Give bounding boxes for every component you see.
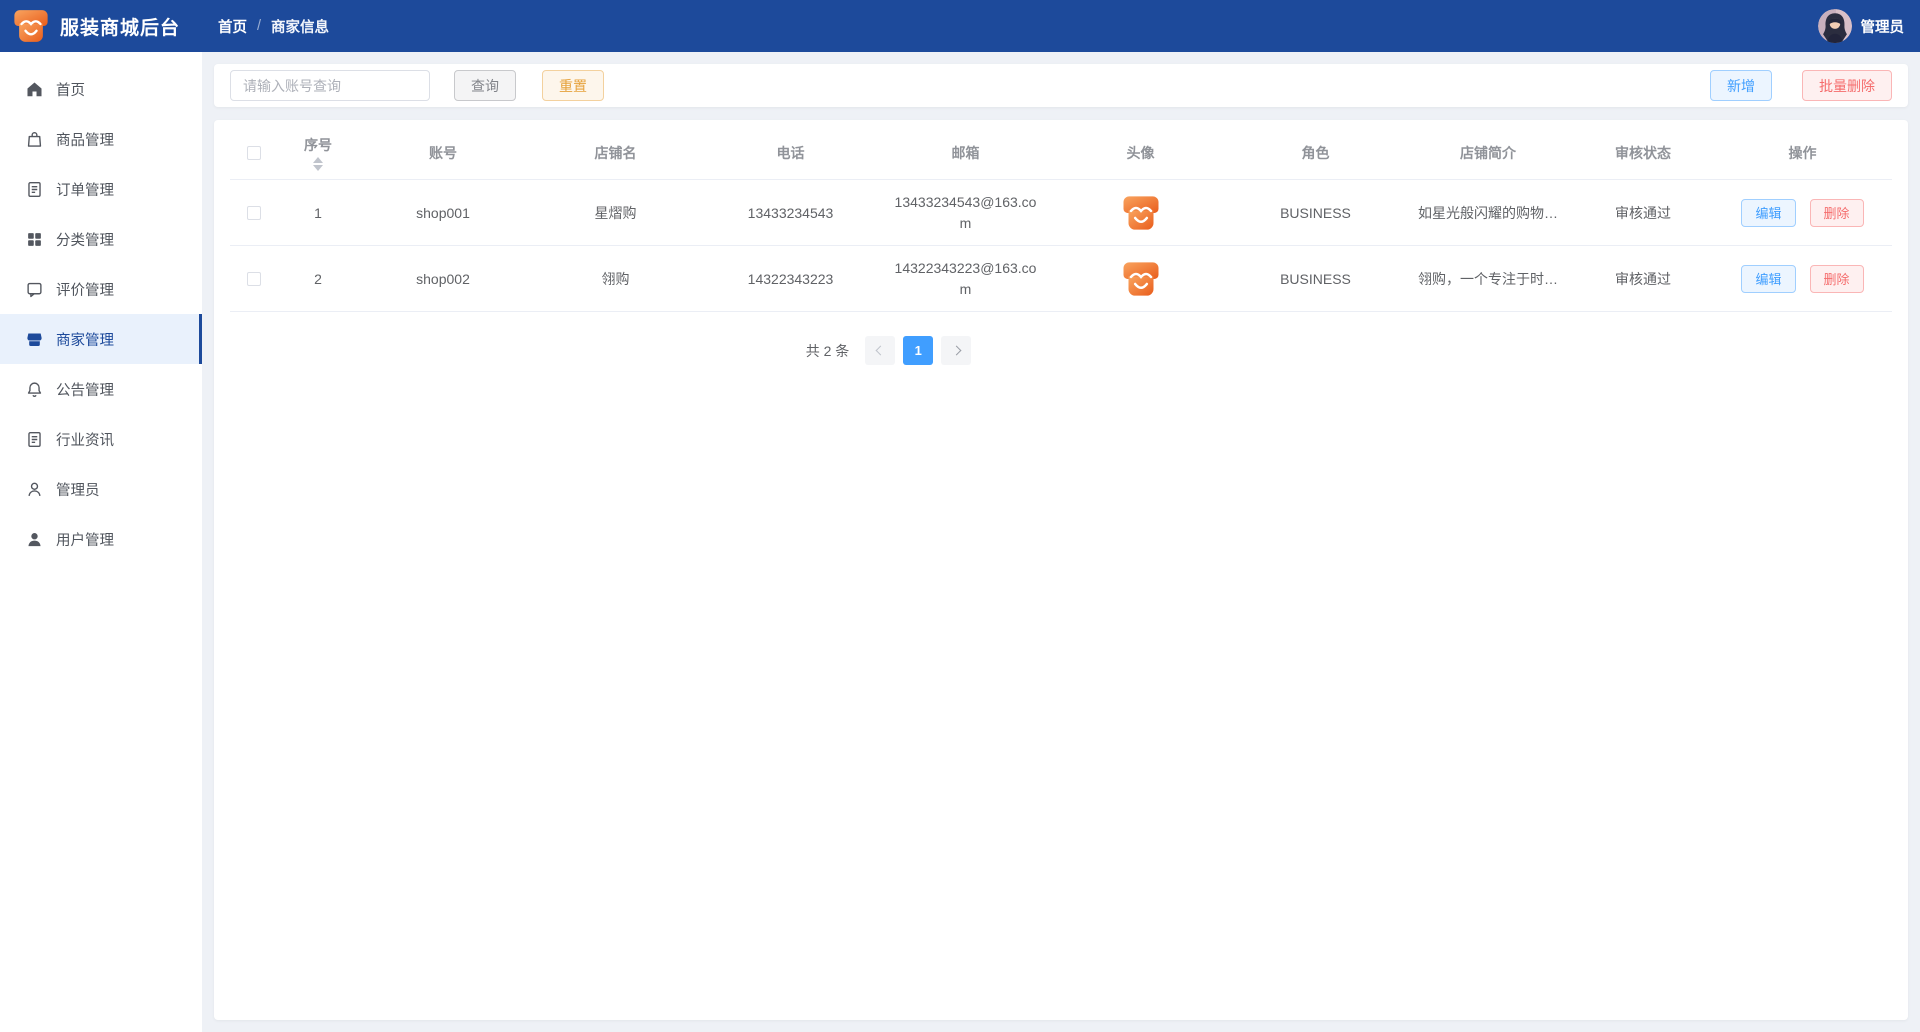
cell-account: shop002	[358, 267, 528, 291]
column-header-avatar: 头像	[1053, 139, 1228, 167]
row-checkbox[interactable]	[247, 206, 261, 220]
sort-caret-icon[interactable]	[313, 157, 323, 171]
news-doc-icon	[26, 431, 43, 448]
main-content: 查询 重置 新增 批量删除 序号 账号 店铺名 电话 邮箱 头像 角色 店铺简介…	[202, 52, 1920, 1032]
sidebar-item-label: 管理员	[56, 479, 100, 500]
app-title: 服装商城后台	[60, 13, 180, 40]
sidebar-item-label: 订单管理	[56, 179, 114, 200]
cell-intro: 如星光般闪耀的购物…	[1403, 199, 1573, 227]
edit-button[interactable]: 编辑	[1741, 265, 1795, 293]
admin-label: 管理员	[1861, 16, 1905, 37]
column-header-index[interactable]: 序号	[278, 131, 358, 175]
cell-status: 审核通过	[1573, 199, 1713, 227]
pagination-total: 共 2 条	[806, 341, 850, 361]
sidebar-item-label: 用户管理	[56, 529, 114, 550]
cell-phone: 14322343223	[703, 267, 878, 291]
person-icon	[26, 481, 43, 498]
cell-email: 14322343223@163.com	[878, 254, 1053, 304]
edit-button[interactable]: 编辑	[1741, 199, 1795, 227]
breadcrumb-separator: /	[257, 18, 261, 34]
home-icon	[26, 81, 43, 98]
cell-role: BUSINESS	[1228, 267, 1403, 291]
merchant-table: 序号 账号 店铺名 电话 邮箱 头像 角色 店铺简介 审核状态 操作 1shop…	[214, 120, 1908, 1020]
column-header-email: 邮箱	[878, 139, 1053, 167]
table-body: 1shop001星熠购1343323454313433234543@163.co…	[230, 180, 1892, 312]
top-header: 服装商城后台 首页 / 商家信息 管理员	[0, 0, 1920, 52]
add-button[interactable]: 新增	[1710, 70, 1772, 101]
shop-icon	[26, 331, 43, 348]
bell-icon	[26, 381, 43, 398]
column-header-account: 账号	[358, 139, 528, 167]
sidebar-item-orders[interactable]: 订单管理	[0, 164, 202, 214]
batch-delete-button[interactable]: 批量删除	[1802, 70, 1892, 101]
select-all-checkbox[interactable]	[247, 146, 261, 160]
table-row: 2shop002翎购1432234322314322343223@163.com…	[230, 246, 1892, 312]
chevron-right-icon	[951, 346, 961, 356]
shopping-bag-icon	[26, 131, 43, 148]
shop-avatar-icon	[1121, 259, 1161, 299]
prev-page-button[interactable]	[865, 336, 895, 365]
cell-shop-name: 翎购	[528, 265, 703, 293]
cell-email: 13433234543@163.com	[878, 188, 1053, 238]
order-doc-icon	[26, 181, 43, 198]
column-header-role: 角色	[1228, 139, 1403, 167]
cell-index: 1	[278, 201, 358, 225]
cell-account: shop001	[358, 201, 528, 225]
sidebar-item-label: 商家管理	[56, 329, 114, 350]
sidebar-item-users[interactable]: 用户管理	[0, 514, 202, 564]
grid-icon	[26, 231, 43, 248]
column-header-intro: 店铺简介	[1403, 139, 1573, 167]
page-1-button[interactable]: 1	[903, 336, 933, 365]
sidebar-item-label: 分类管理	[56, 229, 114, 250]
sidebar-item-home[interactable]: 首页	[0, 64, 202, 114]
sidebar-item-label: 首页	[56, 79, 85, 100]
delete-button[interactable]: 删除	[1810, 199, 1864, 227]
user-filled-icon	[26, 531, 43, 548]
shop-avatar-icon	[1121, 193, 1161, 233]
sidebar-item-merchants[interactable]: 商家管理	[0, 314, 202, 364]
cell-intro: 翎购，一个专注于时…	[1403, 265, 1573, 293]
column-header-status: 审核状态	[1573, 139, 1713, 167]
sidebar-item-label: 评价管理	[56, 279, 114, 300]
sidebar-item-admins[interactable]: 管理员	[0, 464, 202, 514]
sidebar-item-label: 商品管理	[56, 129, 114, 150]
cell-role: BUSINESS	[1228, 201, 1403, 225]
cell-shop-name: 星熠购	[528, 199, 703, 227]
cell-status: 审核通过	[1573, 265, 1713, 293]
cell-index: 2	[278, 267, 358, 291]
admin-avatar[interactable]	[1818, 9, 1852, 43]
sidebar-item-categories[interactable]: 分类管理	[0, 214, 202, 264]
sidebar: 首页商品管理订单管理分类管理评价管理商家管理公告管理行业资讯管理员用户管理	[0, 52, 202, 1032]
account-search-input[interactable]	[230, 70, 430, 101]
sidebar-item-announcements[interactable]: 公告管理	[0, 364, 202, 414]
row-checkbox[interactable]	[247, 272, 261, 286]
sidebar-item-label: 行业资讯	[56, 429, 114, 450]
table-header: 序号 账号 店铺名 电话 邮箱 头像 角色 店铺简介 审核状态 操作	[230, 126, 1892, 180]
breadcrumb-home[interactable]: 首页	[218, 16, 247, 37]
reset-button[interactable]: 重置	[542, 70, 604, 101]
chevron-left-icon	[875, 346, 885, 356]
comment-icon	[26, 281, 43, 298]
cell-phone: 13433234543	[703, 201, 878, 225]
column-header-actions: 操作	[1713, 139, 1892, 167]
sidebar-item-reviews[interactable]: 评价管理	[0, 264, 202, 314]
sidebar-item-industry-news[interactable]: 行业资讯	[0, 414, 202, 464]
next-page-button[interactable]	[941, 336, 971, 365]
toolbar: 查询 重置 新增 批量删除	[214, 64, 1908, 107]
app-logo-icon	[12, 7, 50, 45]
column-header-shop-name: 店铺名	[528, 139, 703, 167]
sidebar-item-label: 公告管理	[56, 379, 114, 400]
delete-button[interactable]: 删除	[1810, 265, 1864, 293]
column-header-phone: 电话	[703, 139, 878, 167]
sidebar-item-products[interactable]: 商品管理	[0, 114, 202, 164]
pagination: 共 2 条 1	[230, 336, 1892, 365]
breadcrumb: 首页 / 商家信息	[218, 16, 329, 37]
table-row: 1shop001星熠购1343323454313433234543@163.co…	[230, 180, 1892, 246]
query-button[interactable]: 查询	[454, 70, 516, 101]
breadcrumb-current: 商家信息	[271, 16, 329, 37]
